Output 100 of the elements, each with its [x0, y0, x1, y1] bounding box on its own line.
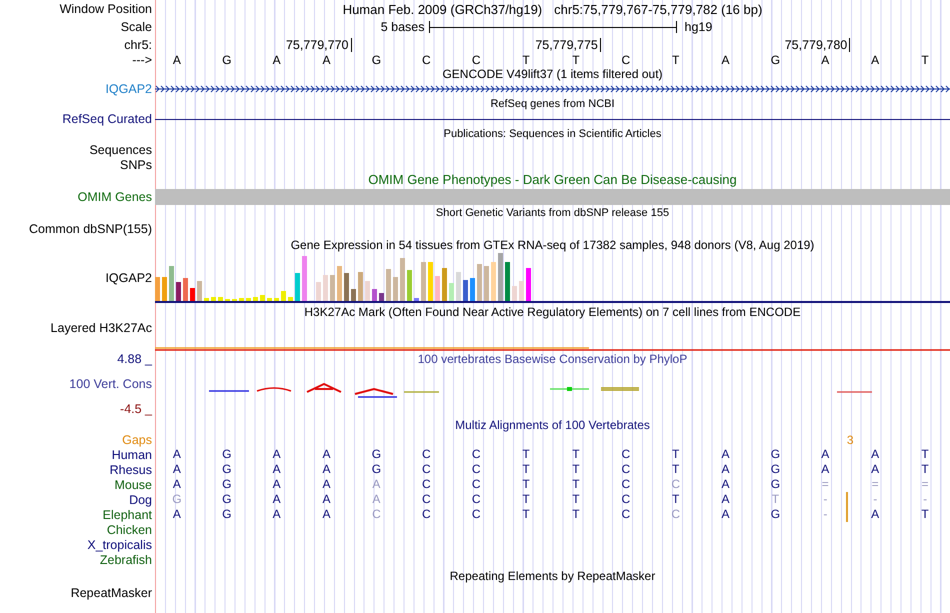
- aligned-base: G: [370, 463, 382, 476]
- track-label[interactable]: OMIM Genes: [78, 190, 155, 204]
- dna-base: C: [620, 54, 632, 66]
- track-label[interactable]: IQGAP2: [105, 271, 155, 285]
- ruler-tick-label: 75,779,770: [286, 38, 352, 52]
- aligned-base: =: [920, 478, 930, 491]
- track-label[interactable]: 100 Vert. Cons: [69, 377, 155, 391]
- aligned-base: C: [371, 508, 382, 521]
- aligned-base: C: [420, 508, 432, 521]
- aligned-base: T: [571, 448, 581, 461]
- track-title[interactable]: H3K27Ac Mark (Often Found Near Active Regulatory Elements) on 7 cell lines from ENCODE: [304, 305, 801, 319]
- aligned-base: A: [322, 448, 332, 461]
- dna-base: G: [370, 54, 382, 66]
- aligned-base: A: [272, 448, 282, 461]
- aligned-base: T: [770, 493, 780, 506]
- species-label[interactable]: Elephant: [102, 508, 155, 522]
- aligned-base: A: [870, 448, 880, 461]
- aligned-base: T: [521, 508, 531, 521]
- dna-base: A: [322, 54, 332, 66]
- dna-base: G: [221, 54, 232, 66]
- aligned-base: G: [770, 508, 782, 521]
- aligned-base: A: [720, 463, 731, 476]
- track-title[interactable]: Short Genetic Variants from dbSNP release 155: [436, 206, 670, 220]
- aligned-base: G: [221, 493, 232, 506]
- aligned-base: C: [420, 448, 432, 461]
- aligned-base: A: [820, 463, 830, 476]
- aligned-base: T: [571, 493, 581, 506]
- aligned-base: T: [571, 508, 581, 521]
- dna-base: G: [770, 54, 782, 66]
- track-label[interactable]: IQGAP2: [105, 82, 155, 96]
- species-label[interactable]: Chicken: [106, 522, 155, 536]
- aligned-base: A: [720, 493, 731, 506]
- aligned-base: G: [770, 463, 782, 476]
- aligned-base: C: [620, 448, 632, 461]
- aligned-base: T: [920, 508, 930, 521]
- aligned-base: T: [571, 463, 581, 476]
- aligned-base: T: [920, 463, 930, 476]
- aligned-base: G: [221, 448, 232, 461]
- aligned-base: C: [620, 463, 632, 476]
- track-title[interactable]: OMIM Gene Phenotypes - Dark Green Can Be Disease-causing: [368, 173, 737, 187]
- aligned-base: G: [221, 478, 232, 491]
- aligned-base: C: [420, 493, 432, 506]
- aligned-base: A: [172, 448, 182, 461]
- aligned-base: A: [172, 508, 182, 521]
- aligned-base: A: [322, 508, 332, 521]
- dna-base: A: [820, 54, 830, 66]
- aligned-base: C: [620, 493, 632, 506]
- species-label[interactable]: X_tropicalis: [87, 538, 155, 552]
- aligned-base: C: [470, 448, 482, 461]
- dna-base: T: [671, 54, 680, 66]
- dna-base: A: [172, 54, 182, 66]
- dna-base: A: [272, 54, 282, 66]
- species-label[interactable]: Rhesus: [110, 462, 155, 476]
- track-title[interactable]: 100 vertebrates Basewise Conservation by PhyloP: [418, 352, 688, 366]
- scale-length: 5 bases: [380, 20, 426, 34]
- aligned-base: T: [521, 478, 531, 491]
- track-label: chr5:: [124, 38, 153, 52]
- aligned-base: T: [671, 493, 680, 506]
- gene-line[interactable]: [155, 118, 950, 120]
- species-label[interactable]: Mouse: [114, 478, 155, 492]
- species-label[interactable]: Zebrafish: [100, 552, 155, 566]
- aligned-base: -: [872, 493, 878, 506]
- track-title[interactable]: RefSeq genes from NCBI: [490, 97, 615, 111]
- track-label[interactable]: Layered H3K27Ac: [50, 321, 155, 335]
- track-title[interactable]: Repeating Elements by RepeatMasker: [450, 569, 656, 583]
- aligned-base: A: [272, 493, 282, 506]
- track-label: Window Position: [60, 2, 153, 16]
- aligned-base: -: [922, 493, 928, 506]
- track-label[interactable]: Sequences: [89, 142, 155, 156]
- aligned-base: C: [470, 463, 482, 476]
- track-label[interactable]: SNPs: [120, 158, 155, 172]
- track-label[interactable]: RefSeq Curated: [62, 112, 155, 126]
- aligned-base: A: [371, 493, 382, 506]
- aligned-base: =: [820, 478, 830, 491]
- aligned-base: G: [370, 448, 382, 461]
- aligned-base: A: [322, 463, 332, 476]
- species-label[interactable]: Human: [112, 448, 155, 462]
- aligned-base: T: [920, 448, 930, 461]
- track-title[interactable]: GENCODE V49lift37 (1 items filtered out): [442, 67, 663, 81]
- species-label[interactable]: Dog: [129, 492, 155, 506]
- aligned-base: A: [720, 448, 731, 461]
- aligned-base: A: [172, 478, 182, 491]
- aligned-base: -: [822, 493, 828, 506]
- track-label[interactable]: Common dbSNP(155): [29, 222, 155, 236]
- aligned-base: =: [870, 478, 880, 491]
- aligned-base: T: [521, 448, 531, 461]
- track-label[interactable]: RepeatMasker: [70, 586, 155, 600]
- aligned-base: T: [521, 463, 531, 476]
- aligned-base: A: [371, 478, 382, 491]
- aligned-base: C: [470, 508, 482, 521]
- aligned-base: A: [720, 508, 731, 521]
- aligned-base: C: [620, 478, 632, 491]
- track-title[interactable]: Publications: Sequences in Scientific Articles: [444, 127, 662, 141]
- dna-base: C: [470, 54, 482, 66]
- aligned-base: G: [221, 463, 232, 476]
- dna-base: T: [571, 54, 581, 66]
- track-title[interactable]: Gene Expression in 54 tissues from GTEx RNA-seq of 17382 samples, 948 donors (V8, Aug 2019): [290, 238, 814, 252]
- track-title[interactable]: Multiz Alignments of 100 Vertebrates: [455, 418, 650, 432]
- aligned-base: G: [171, 493, 183, 506]
- aligned-base: G: [221, 508, 232, 521]
